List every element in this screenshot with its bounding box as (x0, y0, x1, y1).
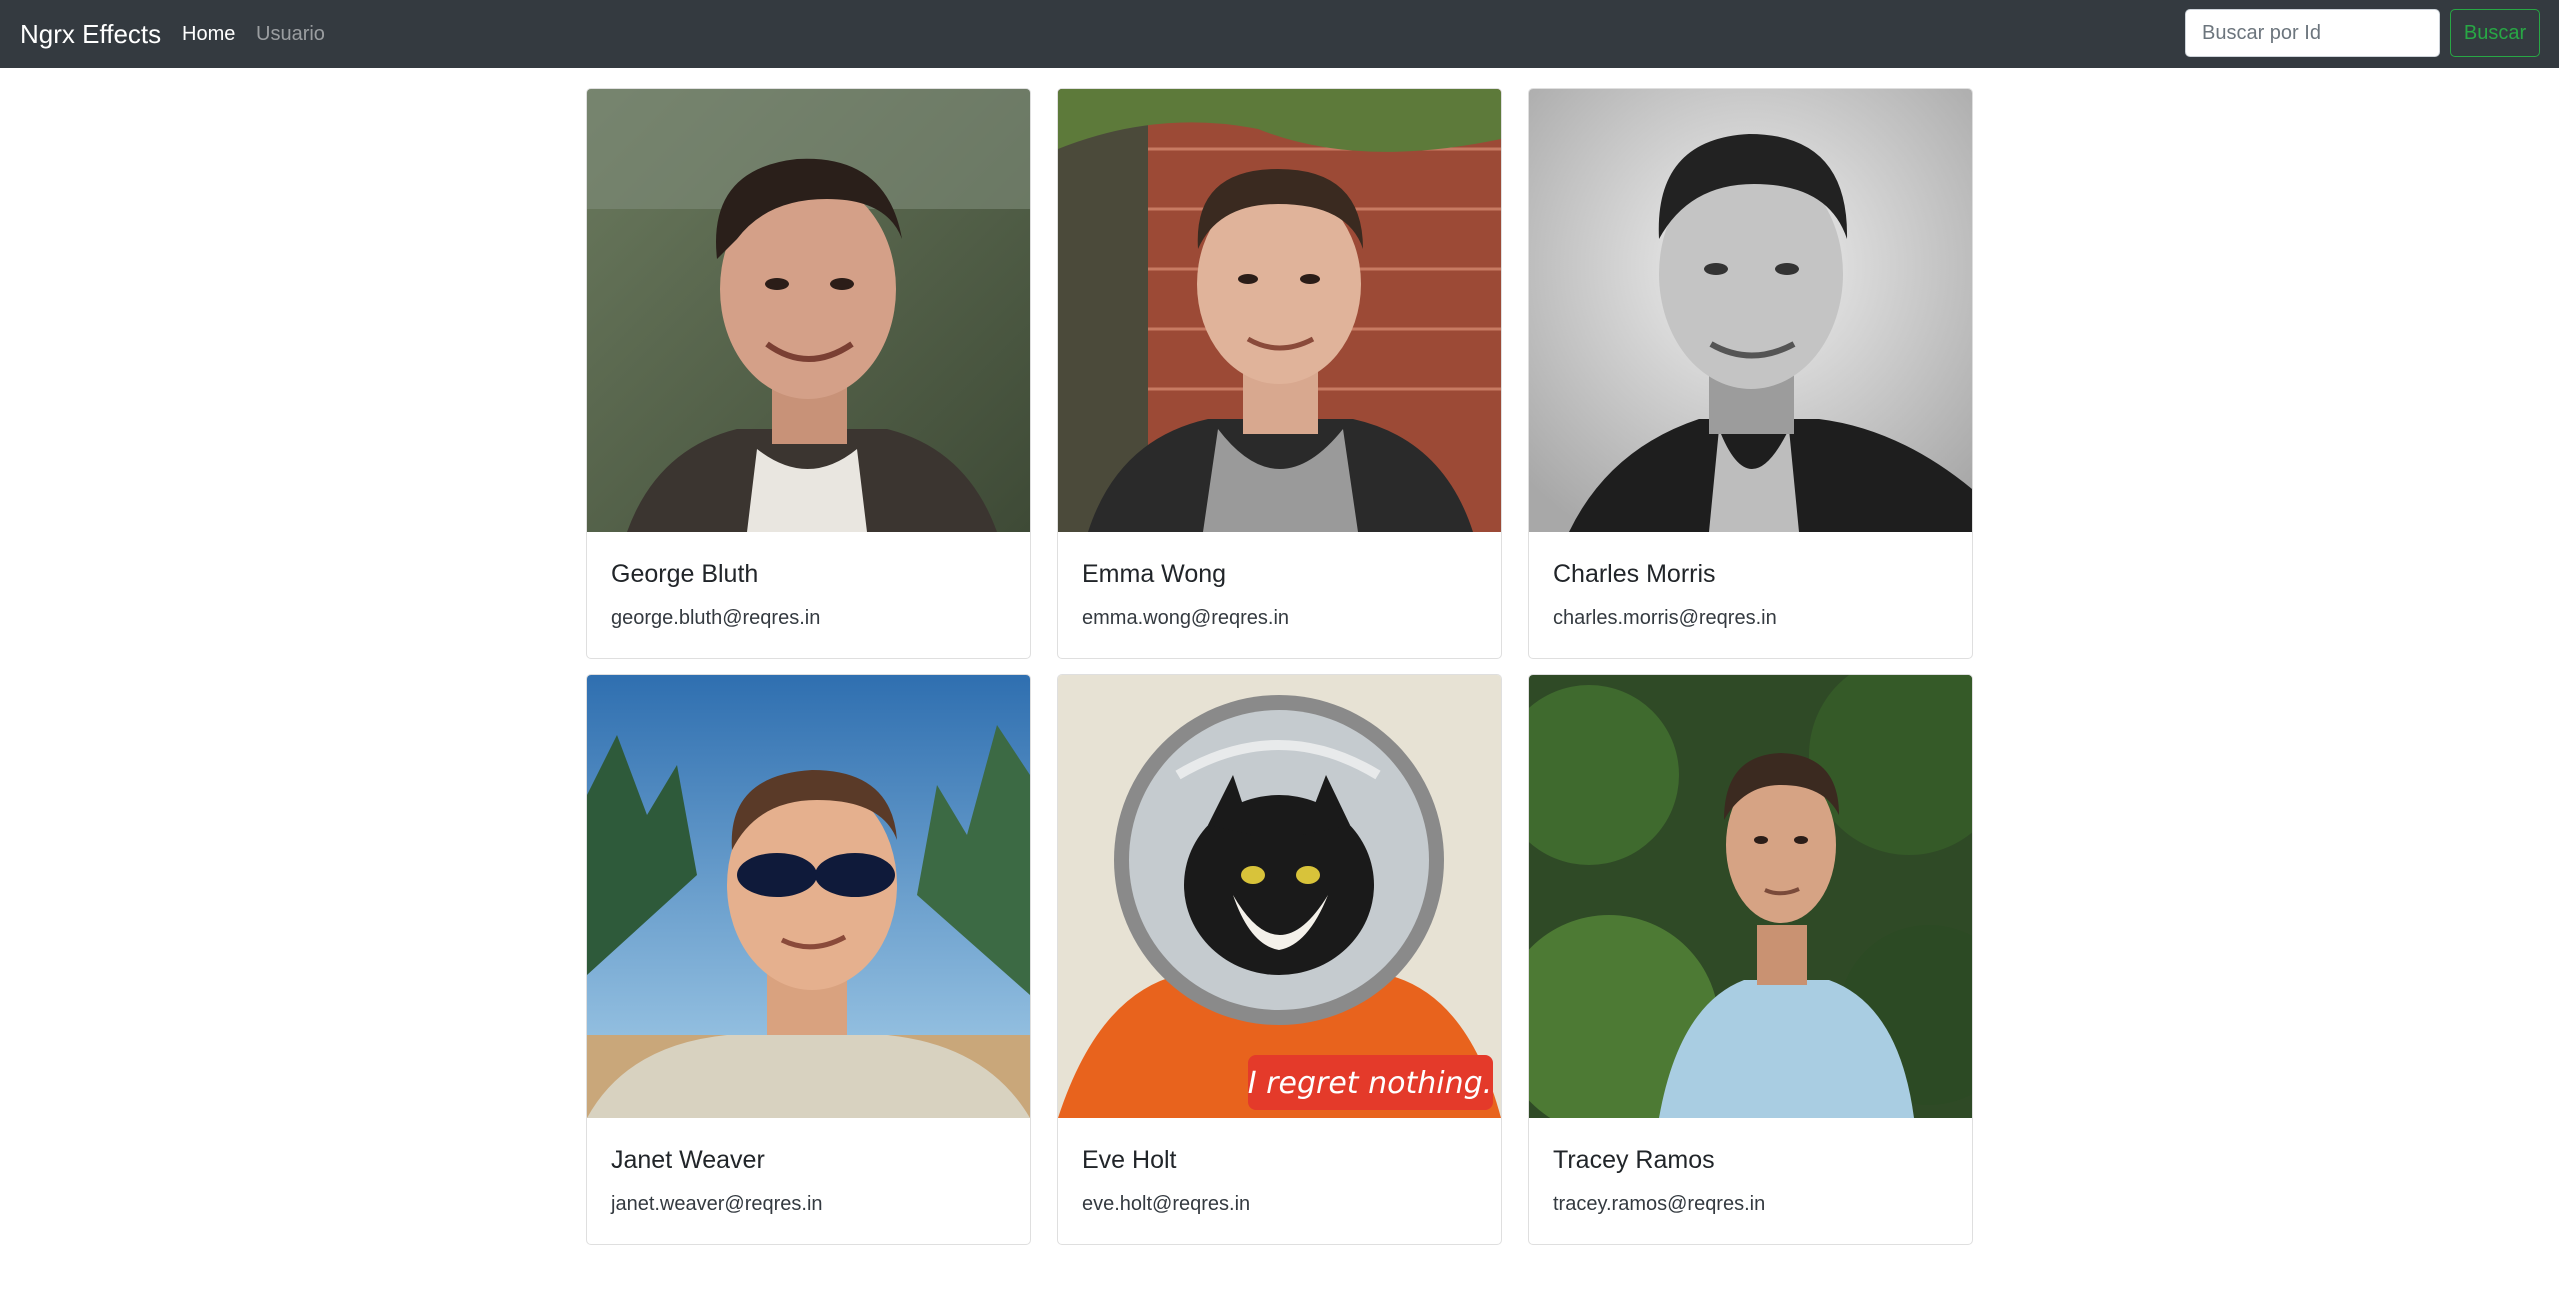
nav-link-home[interactable]: Home (182, 22, 235, 46)
avatar-photo (1529, 675, 1972, 1118)
avatar-photo (1058, 89, 1501, 532)
user-card: Emma Wong emma.wong@reqres.in (1057, 88, 1502, 659)
nav-link-usuario[interactable]: Usuario (256, 22, 325, 46)
avatar-photo (1529, 89, 1972, 532)
avatar-photo (587, 675, 1030, 1118)
user-name: Charles Morris (1553, 560, 1716, 588)
navbar-brand[interactable]: Ngrx Effects (20, 18, 161, 50)
avatar-image (587, 89, 1030, 532)
user-email: eve.holt@reqres.in (1082, 1193, 1251, 1215)
user-email: tracey.ramos@reqres.in (1553, 1193, 1766, 1215)
user-card: Charles Morris charles.morris@reqres.in (1528, 88, 1973, 659)
avatar-image (1529, 675, 1972, 1118)
user-card: Tracey Ramos tracey.ramos@reqres.in (1528, 674, 1973, 1245)
photo-caption-text: I regret nothing. (1248, 1066, 1492, 1101)
user-email: charles.morris@reqres.in (1553, 607, 1777, 629)
search-button[interactable]: Buscar (2450, 9, 2540, 57)
user-card: George Bluth george.bluth@reqres.in (586, 88, 1031, 659)
avatar-image (587, 675, 1030, 1118)
avatar-image (1529, 89, 1972, 532)
avatar-photo: I regret nothing. (1058, 675, 1501, 1118)
search-input[interactable] (2185, 9, 2440, 57)
user-card-grid: George Bluth george.bluth@reqres.in Emma… (586, 88, 1974, 1245)
user-email: emma.wong@reqres.in (1082, 607, 1290, 629)
user-name: Janet Weaver (611, 1146, 765, 1174)
user-name: Eve Holt (1082, 1146, 1177, 1174)
user-name: George Bluth (611, 560, 759, 588)
user-card: Janet Weaver janet.weaver@reqres.in (586, 674, 1031, 1245)
avatar-photo (587, 89, 1030, 532)
user-email: janet.weaver@reqres.in (611, 1193, 823, 1215)
avatar-image (1058, 89, 1501, 532)
user-name: Emma Wong (1082, 560, 1227, 588)
avatar-image: I regret nothing. (1058, 675, 1501, 1118)
user-email: george.bluth@reqres.in (611, 607, 821, 629)
user-name: Tracey Ramos (1553, 1146, 1715, 1174)
top-navbar: Ngrx Effects Home Usuario Buscar (0, 0, 2559, 68)
user-card: I regret nothing. Eve Holt eve.holt@reqr… (1057, 674, 1502, 1245)
